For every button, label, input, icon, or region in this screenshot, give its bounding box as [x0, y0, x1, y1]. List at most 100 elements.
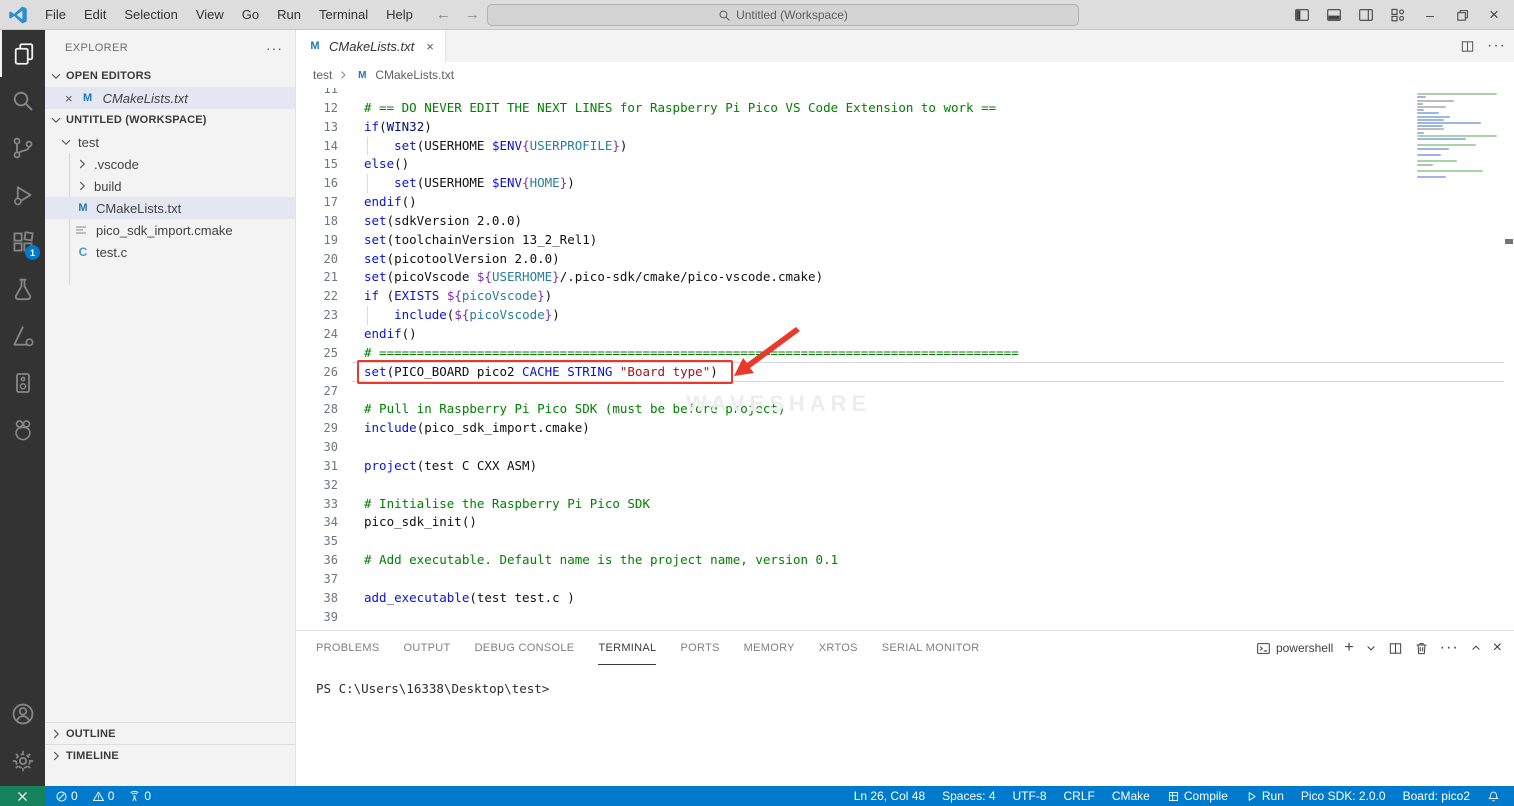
outline-section-header[interactable]: OUTLINE [45, 722, 295, 744]
code-line-36: 36# Add executable. Default name is the … [296, 551, 1514, 570]
status-pico-sdk[interactable]: Pico SDK: 2.0.0 [1301, 789, 1386, 803]
open-editors-section-header[interactable]: OPEN EDITORS [45, 65, 295, 87]
line-number: 28 [296, 400, 338, 419]
close-editor-icon[interactable]: × [65, 91, 73, 106]
panel-tab-serial-monitor[interactable]: SERIAL MONITOR [882, 631, 980, 665]
kill-terminal-button[interactable] [1414, 641, 1429, 656]
split-terminal-button[interactable] [1388, 641, 1403, 656]
terminal-profile[interactable]: powershell [1256, 641, 1333, 656]
tree-item-test-c[interactable]: Ctest.c [45, 241, 295, 263]
command-center-search[interactable]: Untitled (Workspace) [487, 4, 1079, 26]
cmake-file-icon: M [75, 202, 91, 214]
code-line-16: 16 set(USERHOME $ENV{HOME}) [296, 174, 1514, 193]
activity-raspberry-pi-icon[interactable] [0, 406, 45, 453]
terminal-output[interactable]: PS C:\Users\16338\Desktop\test> [296, 665, 1514, 696]
c-file-icon: C [75, 245, 91, 259]
bottom-panel: PROBLEMS OUTPUT DEBUG CONSOLE TERMINAL PORTS… [296, 630, 1514, 786]
split-editor-button[interactable] [1460, 39, 1475, 54]
maximize-restore-button[interactable] [1446, 0, 1478, 30]
close-window-button[interactable]: × [1478, 0, 1510, 30]
status-eol[interactable]: CRLF [1064, 789, 1095, 803]
status-warnings[interactable]: 0 [92, 789, 115, 803]
tree-item-test[interactable]: test [45, 131, 295, 153]
timeline-section-header[interactable]: TIMELINE [45, 744, 295, 766]
open-editor-item[interactable]: × M CMakeLists.txt [45, 87, 295, 109]
code-line-39: 39 [296, 608, 1514, 627]
menu-edit[interactable]: Edit [75, 0, 115, 30]
tree-item-pico-sdk-import-cmake[interactable]: pico_sdk_import.cmake [45, 219, 295, 241]
code-line-11: 11 [296, 88, 1514, 99]
status-encoding[interactable]: UTF-8 [1013, 789, 1047, 803]
panel-tab-problems[interactable]: PROBLEMS [316, 631, 380, 665]
tree-item--vscode[interactable]: .vscode [45, 153, 295, 175]
new-terminal-button[interactable]: + [1344, 640, 1353, 656]
minimap[interactable] [1415, 90, 1500, 190]
panel-more-actions-button[interactable]: ··· [1440, 639, 1459, 657]
close-tab-icon[interactable]: × [426, 39, 434, 54]
terminal-profile-dropdown-icon[interactable] [1365, 642, 1377, 654]
activity-extensions-icon[interactable]: 1 [0, 218, 45, 265]
nav-forward-button[interactable]: → [465, 6, 480, 23]
activity-settings-gear-icon[interactable] [0, 737, 45, 784]
menu-selection[interactable]: Selection [115, 0, 186, 30]
activity-explorer-icon[interactable] [0, 30, 45, 77]
menu-go[interactable]: Go [233, 0, 268, 30]
nav-back-button[interactable]: ← [436, 6, 451, 23]
cmake-file-icon: M [307, 40, 323, 52]
panel-tab-xrtos[interactable]: XRTOS [819, 631, 858, 665]
tree-item-cmakelists-txt[interactable]: MCMakeLists.txt [45, 197, 295, 219]
activity-testing-icon[interactable] [0, 265, 45, 312]
activity-pico-project-icon[interactable] [0, 359, 45, 406]
breadcrumb-folder[interactable]: test [313, 68, 332, 82]
layout-customize-button[interactable] [1382, 0, 1414, 30]
line-number: 30 [296, 438, 338, 457]
layout-sidebar-toggle[interactable] [1286, 0, 1318, 30]
panel-tab-debug-console[interactable]: DEBUG CONSOLE [475, 631, 575, 665]
activity-bar: 1 [0, 30, 45, 786]
explorer-more-actions-button[interactable]: ··· [266, 40, 283, 56]
panel-tab-ports[interactable]: PORTS [680, 631, 719, 665]
workspace-section-header[interactable]: UNTITLED (WORKSPACE) [45, 109, 295, 131]
status-compile[interactable]: Compile [1167, 789, 1228, 803]
menu-terminal[interactable]: Terminal [310, 0, 377, 30]
status-indentation[interactable]: Spaces: 4 [942, 789, 995, 803]
panel-tab-output[interactable]: OUTPUT [404, 631, 451, 665]
panel-tab-terminal[interactable]: TERMINAL [598, 631, 656, 665]
remote-indicator[interactable] [0, 786, 45, 806]
menu-file[interactable]: File [36, 0, 75, 30]
status-cursor-position[interactable]: Ln 26, Col 48 [854, 789, 925, 803]
activity-source-control-icon[interactable] [0, 124, 45, 171]
line-number: 23 [296, 306, 338, 325]
menu-run[interactable]: Run [268, 0, 310, 30]
line-number: 12 [296, 99, 338, 118]
status-errors[interactable]: 0 [55, 789, 78, 803]
status-notifications[interactable] [1487, 790, 1500, 803]
tree-item-label: test [78, 135, 99, 150]
minimize-button[interactable]: – [1414, 0, 1446, 30]
breadcrumb-file[interactable]: CMakeLists.txt [375, 68, 454, 82]
activity-account-icon[interactable] [0, 690, 45, 737]
panel-tab-memory[interactable]: MEMORY [744, 631, 795, 665]
code-editor[interactable]: 1112# == DO NEVER EDIT THE NEXT LINES fo… [296, 88, 1514, 630]
status-language-mode[interactable]: CMake [1112, 789, 1150, 803]
line-number: 17 [296, 193, 338, 212]
status-compile-label: Compile [1184, 789, 1228, 803]
status-forwarded-ports[interactable]: 0 [128, 789, 151, 803]
status-board[interactable]: Board: pico2 [1403, 789, 1470, 803]
status-run[interactable]: Run [1245, 789, 1284, 803]
tree-item-build[interactable]: build [45, 175, 295, 197]
maximize-panel-icon[interactable] [1470, 642, 1482, 654]
line-number: 25 [296, 344, 338, 363]
close-panel-button[interactable]: × [1493, 639, 1502, 657]
layout-secondary-sidebar-toggle[interactable] [1350, 0, 1382, 30]
menu-help[interactable]: Help [377, 0, 422, 30]
line-number: 24 [296, 325, 338, 344]
menu-view[interactable]: View [187, 0, 233, 30]
activity-search-icon[interactable] [0, 77, 45, 124]
editor-more-actions-button[interactable]: ··· [1487, 37, 1506, 55]
activity-cmake-icon[interactable] [0, 312, 45, 359]
code-line-23: 23 include(${picoVscode}) [296, 306, 1514, 325]
layout-panel-toggle[interactable] [1318, 0, 1350, 30]
activity-run-debug-icon[interactable] [0, 171, 45, 218]
tab-cmakelists[interactable]: M CMakeLists.txt × [296, 30, 446, 62]
